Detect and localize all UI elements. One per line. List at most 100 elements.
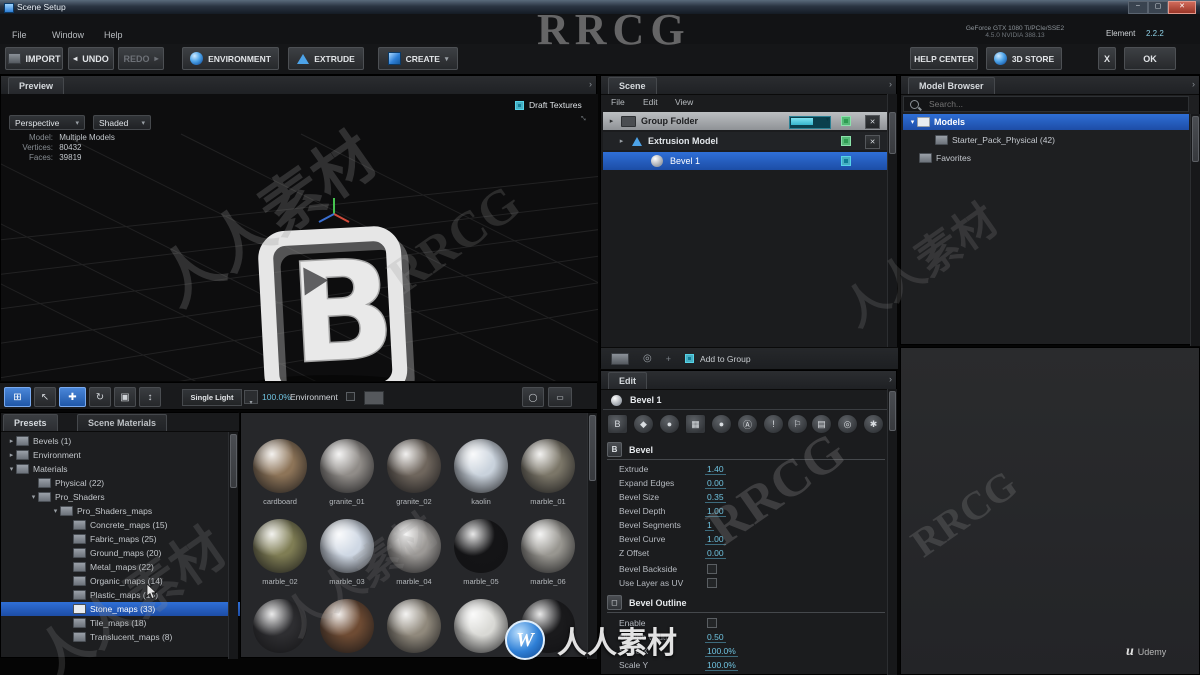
param-value[interactable]: 1.40 bbox=[705, 464, 726, 475]
bevel-backside-checkbox[interactable] bbox=[707, 564, 717, 574]
tree-item-pro-shaders[interactable]: ▾ Pro_Shaders bbox=[1, 490, 255, 504]
panel-menu-arrow[interactable]: › bbox=[1192, 79, 1195, 89]
tab-icon-environment-sphere[interactable]: ● bbox=[711, 414, 732, 434]
tab-icon-bevel-text[interactable]: B bbox=[607, 414, 628, 434]
material-thumb[interactable]: marble_04 bbox=[384, 519, 444, 586]
material-thumb[interactable]: marble_06 bbox=[518, 519, 578, 586]
help-center-button[interactable]: HELP CENTER bbox=[910, 47, 978, 70]
model-browser-scrollbar[interactable] bbox=[1190, 114, 1200, 346]
search-input[interactable] bbox=[927, 98, 1171, 110]
bevel-visibility-checkbox[interactable] bbox=[841, 156, 851, 166]
view-grid-tool[interactable]: ⊞ bbox=[4, 387, 31, 407]
tab-edit[interactable]: Edit bbox=[608, 372, 647, 389]
tree-item-materials[interactable]: ▾ Materials bbox=[1, 462, 233, 476]
material-thumb[interactable] bbox=[384, 599, 444, 653]
panel-menu-arrow[interactable]: › bbox=[589, 79, 592, 89]
param-value[interactable]: 100.0% bbox=[705, 660, 738, 671]
tab-model-browser[interactable]: Model Browser bbox=[908, 77, 995, 94]
model-delete-button[interactable]: ✕ bbox=[865, 135, 880, 149]
use-layer-as-uv-checkbox[interactable] bbox=[707, 578, 717, 588]
material-thumb[interactable]: kaolin bbox=[451, 439, 511, 506]
fullscreen-tool[interactable]: ▭ bbox=[548, 387, 572, 407]
tab-icon-ring[interactable]: ◎ bbox=[837, 414, 858, 434]
browser-row-favorites[interactable]: Favorites bbox=[903, 150, 1189, 166]
tree-item-environment[interactable]: ▸ Environment bbox=[1, 448, 233, 462]
axis-tool[interactable]: ↕ bbox=[139, 387, 161, 407]
menu-help[interactable]: Help bbox=[104, 30, 123, 40]
tab-icon-material-sphere[interactable]: ● bbox=[659, 414, 680, 434]
menu-window[interactable]: Window bbox=[52, 30, 84, 40]
scene-row-bevel-1[interactable]: Bevel 1 bbox=[603, 152, 887, 170]
tab-icon-settings-gear[interactable]: ✱ bbox=[863, 414, 884, 434]
draft-textures-checkbox[interactable] bbox=[515, 100, 524, 110]
material-thumb[interactable]: marble_03 bbox=[317, 519, 377, 586]
select-tool[interactable]: ↖ bbox=[34, 387, 56, 407]
scene-menu-file[interactable]: File bbox=[611, 97, 625, 107]
material-thumb[interactable]: marble_05 bbox=[451, 519, 511, 586]
edit-scrollbar[interactable] bbox=[887, 389, 897, 675]
menu-file[interactable]: File bbox=[12, 30, 27, 40]
light-mode-dropdown[interactable]: Single Light bbox=[182, 389, 242, 406]
expand-arrow-icon[interactable]: ▸ bbox=[607, 117, 616, 125]
cancel-x-button[interactable]: X bbox=[1098, 47, 1116, 70]
tab-icon-shield[interactable]: ◆ bbox=[633, 414, 654, 434]
expand-arrow-icon[interactable]: ▸ bbox=[617, 137, 626, 145]
tab-preview[interactable]: Preview bbox=[8, 77, 65, 94]
materials-scrollbar[interactable] bbox=[587, 413, 597, 659]
material-thumb[interactable]: marble_01 bbox=[518, 439, 578, 506]
param-value[interactable]: 0.50 bbox=[705, 632, 726, 643]
tab-icon-texture[interactable]: ▦ bbox=[685, 414, 706, 434]
param-value[interactable]: 1 bbox=[705, 520, 714, 531]
browser-row-starter-pack[interactable]: Starter_Pack_Physical (42) bbox=[903, 132, 1189, 148]
undo-button[interactable]: ◂ UNDO bbox=[68, 47, 114, 70]
tab-icon-light-a[interactable]: ! bbox=[763, 414, 784, 434]
maximize-button[interactable]: ▢ bbox=[1148, 1, 1168, 14]
model-visibility-checkbox[interactable] bbox=[841, 136, 851, 146]
param-value[interactable]: 0.35 bbox=[705, 492, 726, 503]
frame-tool[interactable]: ▣ bbox=[114, 387, 136, 407]
globe-icon[interactable]: ◎ bbox=[643, 353, 652, 364]
param-value[interactable]: 0.00 bbox=[705, 478, 726, 489]
panel-menu-arrow[interactable]: › bbox=[889, 374, 892, 384]
param-value[interactable]: 1.00 bbox=[705, 506, 726, 517]
material-thumb[interactable] bbox=[250, 599, 310, 653]
render-sphere-tool[interactable]: ◯ bbox=[522, 387, 544, 407]
group-blend-toggle[interactable]: ▾ bbox=[789, 116, 831, 129]
param-value[interactable]: 1.00 bbox=[705, 534, 726, 545]
environment-button[interactable]: ENVIRONMENT bbox=[182, 47, 279, 70]
add-to-group-checkbox[interactable] bbox=[685, 354, 694, 363]
presets-scrollbar[interactable] bbox=[228, 432, 238, 659]
camera-mode-dropdown[interactable]: Perspective ▾ bbox=[9, 115, 85, 130]
ok-button[interactable]: OK bbox=[1124, 47, 1176, 70]
scene-row-extrusion-model[interactable]: ▸ Extrusion Model ✕ bbox=[603, 132, 887, 150]
expand-arrow-icon[interactable]: ▾ bbox=[908, 118, 917, 126]
tab-icon-array[interactable]: ▤ bbox=[811, 414, 832, 434]
material-thumb[interactable]: granite_01 bbox=[317, 439, 377, 506]
store-3d-button[interactable]: 3D STORE bbox=[986, 47, 1062, 70]
create-button[interactable]: CREATE ▾ bbox=[378, 47, 458, 70]
material-thumb[interactable] bbox=[317, 599, 377, 653]
group-delete-button[interactable]: ✕ bbox=[865, 115, 880, 129]
tree-item-physical[interactable]: Physical (22) bbox=[1, 476, 255, 490]
material-thumb[interactable]: marble_02 bbox=[250, 519, 310, 586]
new-folder-icon[interactable] bbox=[611, 352, 629, 365]
move-tool[interactable]: ✚ bbox=[59, 387, 86, 407]
tab-scene[interactable]: Scene bbox=[608, 77, 657, 94]
import-button[interactable]: IMPORT bbox=[5, 47, 63, 70]
browser-row-models[interactable]: ▾ Models bbox=[903, 114, 1189, 130]
minimize-button[interactable]: – bbox=[1128, 1, 1148, 14]
viewport-zoom-value[interactable]: 100.0% bbox=[262, 392, 291, 402]
extrude-button[interactable]: EXTRUDE bbox=[288, 47, 364, 70]
tab-icon-light-b[interactable]: ⚐ bbox=[787, 414, 808, 434]
model-search-box[interactable] bbox=[903, 96, 1189, 112]
rotate-tool[interactable]: ↻ bbox=[89, 387, 111, 407]
add-icon[interactable]: + bbox=[666, 354, 671, 364]
tab-scene-materials[interactable]: Scene Materials bbox=[77, 414, 168, 431]
environment-swatch[interactable] bbox=[364, 391, 384, 405]
material-thumb[interactable]: granite_02 bbox=[384, 439, 444, 506]
tree-item-bevels[interactable]: ▸ Bevels (1) bbox=[1, 434, 233, 448]
scene-menu-edit[interactable]: Edit bbox=[643, 97, 658, 107]
scene-scrollbar[interactable] bbox=[887, 94, 897, 347]
material-thumb[interactable]: cardboard bbox=[250, 439, 310, 506]
redo-button[interactable]: REDO ▸ bbox=[118, 47, 164, 70]
